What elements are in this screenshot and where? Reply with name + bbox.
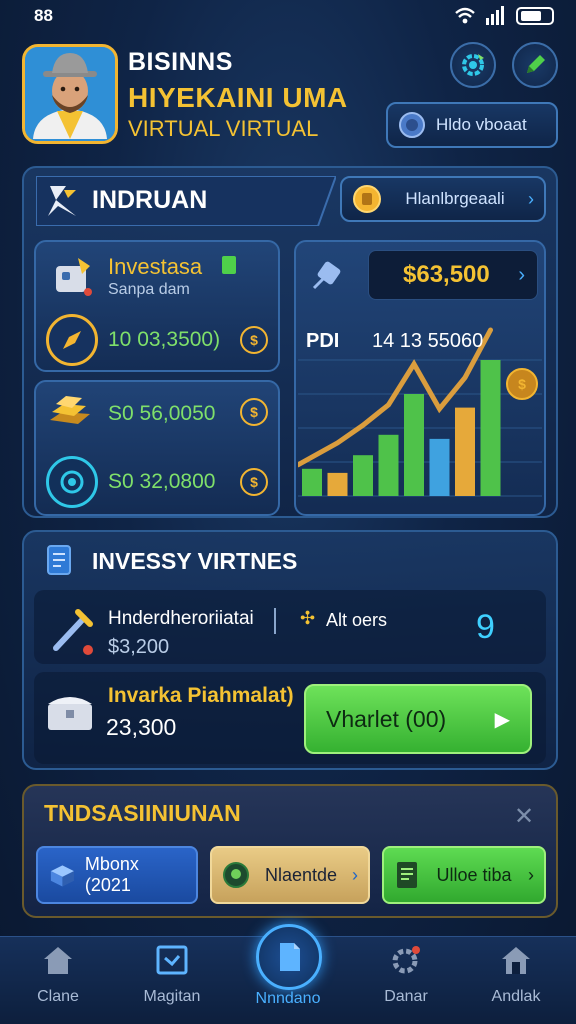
rocket-icon (46, 314, 98, 366)
settings-button[interactable] (450, 42, 496, 88)
chart-bar (302, 468, 322, 496)
battery-icon (516, 6, 554, 25)
app-tagline: VIRTUAL VIRTUAL (128, 116, 319, 141)
roi-value: 14 13 55060 (372, 330, 484, 352)
status-badge (222, 256, 236, 274)
gold-bars-icon (50, 396, 90, 424)
status-icons (454, 6, 554, 25)
investment-card-subtitle: Sanpa dam (108, 281, 190, 298)
signal-icon (486, 6, 506, 25)
status-time: 88 (34, 6, 53, 25)
chevron-right-icon: › (527, 864, 534, 885)
coin-badge-icon[interactable]: $ (506, 368, 538, 400)
chart-bar (429, 438, 450, 496)
chevron-right-icon: › (527, 188, 534, 209)
divider (274, 608, 276, 634)
gear-coin-icon[interactable]: $ (240, 326, 268, 354)
box-icon (50, 865, 74, 887)
pencil-icon (527, 55, 545, 73)
nav-label: Danar (384, 988, 428, 1005)
value-row-1: S0 56,0050 (108, 402, 216, 425)
wifi-icon (455, 7, 475, 23)
price-box[interactable]: $63,500 › (368, 250, 538, 300)
edit-button[interactable] (512, 42, 558, 88)
app-title: BISINNS (128, 48, 233, 76)
nav-item-home[interactable]: Clane (8, 944, 108, 1006)
purchase-name: Invarka Piahmalat) (108, 684, 294, 707)
document-icon (47, 545, 71, 575)
robot-icon (56, 258, 92, 296)
chart-bar (455, 407, 475, 496)
transaction-title: TNDSASIINIUNAN (44, 800, 241, 826)
gear-coin-icon[interactable]: $ (240, 398, 268, 426)
section-action-label: Hlanlbrgeaali (405, 189, 505, 208)
section-title: INDRUAN (92, 186, 208, 214)
nav-item-center[interactable] (256, 924, 322, 990)
close-icon[interactable]: ✕ (514, 802, 534, 831)
map-icon (156, 945, 188, 975)
transaction-button-3-label: Ulloe tiba (436, 864, 512, 885)
puzzle-icon: ✣ (300, 608, 316, 628)
investment-amount: $3,200 (108, 636, 170, 658)
tools-icon (53, 609, 93, 655)
satellite-icon (312, 261, 341, 290)
chart-bar (480, 360, 501, 496)
chart-bar (353, 455, 373, 496)
purchase-amount: 23,300 (106, 714, 177, 740)
market-button[interactable]: Vharlet (00) ▶ (304, 684, 532, 754)
chart-bar (327, 472, 348, 496)
price-value: $63,500 (403, 261, 490, 288)
investment-name: Hnderdheroriiatai (108, 608, 254, 629)
market-button-label: Vharlet (00) (326, 705, 447, 732)
play-icon: ▶ (494, 708, 510, 731)
roi-label: PDI (306, 330, 340, 352)
nav-label: Clane (37, 988, 79, 1005)
other-label: Alt oers (326, 610, 388, 630)
transaction-button-1[interactable]: Mbonx (2021 (36, 846, 198, 904)
transaction-button-2[interactable]: Nlaentde › (210, 846, 370, 904)
chart-bar (404, 394, 424, 496)
coin-icon (399, 112, 425, 138)
home-icon (44, 947, 72, 974)
chevron-right-icon: › (352, 864, 358, 885)
status-bar: 88 (0, 0, 576, 34)
transaction-button-1-label: Mbonx (2021 (84, 854, 139, 895)
invest-section-title: INVESSY VIRTNES (92, 548, 298, 574)
value-row-2: S0 32,0800 (108, 470, 216, 493)
top-action-button[interactable]: Hldo vboaat (386, 102, 558, 148)
investment-count: 9 (476, 608, 495, 646)
investment-card-title: Investasa (108, 254, 203, 279)
ledger-icon (397, 862, 417, 888)
nav-label-active: Nnndano (255, 990, 321, 1007)
location-icon (223, 862, 249, 888)
target-icon (46, 456, 98, 508)
investment-value: 10 03,3500) (108, 328, 221, 351)
nav-label: Andlak (491, 988, 541, 1005)
transaction-button-2-label: Nlaentde (264, 864, 338, 885)
coin-icon (353, 185, 381, 213)
home-icon (502, 947, 530, 974)
gear-icon (462, 54, 484, 76)
document-icon (280, 943, 300, 971)
nav-item-map[interactable]: Magitan (122, 944, 222, 1006)
gear-coin-icon[interactable]: $ (240, 468, 268, 496)
section-action-button[interactable]: Hlanlbrgeaali › (340, 176, 546, 222)
brand-icon (48, 186, 76, 216)
nav-item-profile[interactable]: Andlak (466, 944, 566, 1006)
transaction-button-3[interactable]: Ulloe tiba › (382, 846, 546, 904)
nav-item-settings[interactable]: Danar (356, 944, 456, 1006)
nav-label: Magitan (143, 988, 201, 1005)
avatar[interactable] (22, 44, 118, 144)
chart-bar (378, 434, 399, 496)
chest-icon (48, 697, 92, 730)
app-subtitle: HIYEKAINI UMA (128, 82, 348, 113)
chevron-right-icon: › (518, 263, 525, 286)
top-action-label: Hldo vboaat (436, 115, 527, 134)
character-avatar (25, 47, 115, 141)
gear-icon (392, 946, 420, 974)
